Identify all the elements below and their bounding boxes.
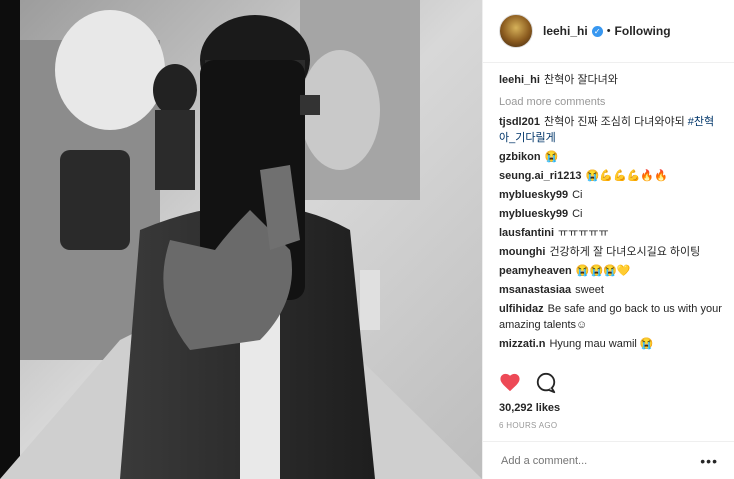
comment-item: peamyheaven 😭😭😭💛 <box>499 263 723 279</box>
load-more-comments[interactable]: Load more comments <box>499 94 723 110</box>
comment-user[interactable]: msanastasiaa <box>499 284 571 296</box>
separator-dot: • <box>606 25 611 37</box>
comment-text: Ci <box>572 189 583 201</box>
heart-icon[interactable] <box>499 372 521 399</box>
comment-text: 건강하게 잘 다녀오시길요 하이팅 <box>549 246 701 258</box>
comment-user[interactable]: mizzati.n <box>499 338 545 350</box>
comment-item: mybluesky99 Ci <box>499 206 723 222</box>
comment-user[interactable]: ulfihidaz <box>499 303 544 315</box>
comment-text: 찬혁아 잘다녀와 <box>543 74 618 86</box>
comment-user[interactable]: seung.ai_ri1213 <box>499 170 582 182</box>
comment-text: ㅠㅠㅠㅠㅠ <box>558 227 609 239</box>
add-comment-bar: ••• <box>483 441 734 479</box>
comment-item: mounghi 건강하게 잘 다녀오시길요 하이팅 <box>499 244 723 260</box>
more-options-icon[interactable]: ••• <box>700 453 718 469</box>
following-button[interactable]: Following <box>615 24 671 38</box>
comment-text: 😭 <box>544 151 559 163</box>
comment-user[interactable]: peamyheaven <box>499 265 572 277</box>
comment-item: tjsdl201 찬혁아 진짜 조심히 다녀와야되 #찬혁아_기다릴게 <box>499 114 723 146</box>
comment-icon[interactable] <box>535 372 557 399</box>
comment-item: ulfihidaz Be safe and go back to us with … <box>499 301 723 333</box>
comment-text: 😭😭😭💛 <box>575 265 631 277</box>
post-author[interactable]: leehi_hi <box>543 24 588 38</box>
verified-badge-icon: ✓ <box>591 25 603 37</box>
comment-item: seung.ai_ri1213 😭💪💪💪🔥🔥 <box>499 168 723 184</box>
add-comment-input[interactable] <box>499 453 683 468</box>
comment-text: 😭💪💪💪🔥🔥 <box>585 170 668 182</box>
comment-item: msanastasiaa sweet <box>499 282 723 298</box>
comment-user[interactable]: tjsdl201 <box>499 116 540 128</box>
comment-user[interactable]: lausfantini <box>499 227 554 239</box>
post-sidebar: leehi_hi ✓ • Following leehi_hi 찬혁아 잘다녀와 … <box>482 0 734 479</box>
comment-user[interactable]: mybluesky99 <box>499 208 568 220</box>
comment-text: Hyung mau wamil 😭 <box>549 338 654 350</box>
post-header: leehi_hi ✓ • Following <box>483 0 734 63</box>
post-actions <box>499 372 557 399</box>
comment-text: 찬혁아 진짜 조심히 다녀와야되 <box>543 116 685 128</box>
comments-list: leehi_hi 찬혁아 잘다녀와 Load more comments tjsd… <box>499 72 723 355</box>
avatar[interactable] <box>499 14 533 48</box>
comment-text: sweet <box>575 284 604 296</box>
comment-user[interactable]: gzbikon <box>499 151 541 163</box>
comment-text: Ci <box>572 208 583 220</box>
likes-count[interactable]: 30,292 likes <box>499 402 560 414</box>
post-photo[interactable] <box>0 0 482 479</box>
caption: leehi_hi 찬혁아 잘다녀와 <box>499 72 723 88</box>
comment-item: gzbikon 😭 <box>499 149 723 165</box>
comment-user[interactable]: mybluesky99 <box>499 189 568 201</box>
comment-item: mizzati.n Hyung mau wamil 😭 <box>499 336 723 352</box>
comment-item: mybluesky99 Ci <box>499 187 723 203</box>
comment-item: lausfantini ㅠㅠㅠㅠㅠ <box>499 225 723 241</box>
post-timestamp: 6 HOURS AGO <box>499 421 558 430</box>
comment-user[interactable]: mounghi <box>499 246 545 258</box>
comment-user[interactable]: leehi_hi <box>499 74 540 86</box>
